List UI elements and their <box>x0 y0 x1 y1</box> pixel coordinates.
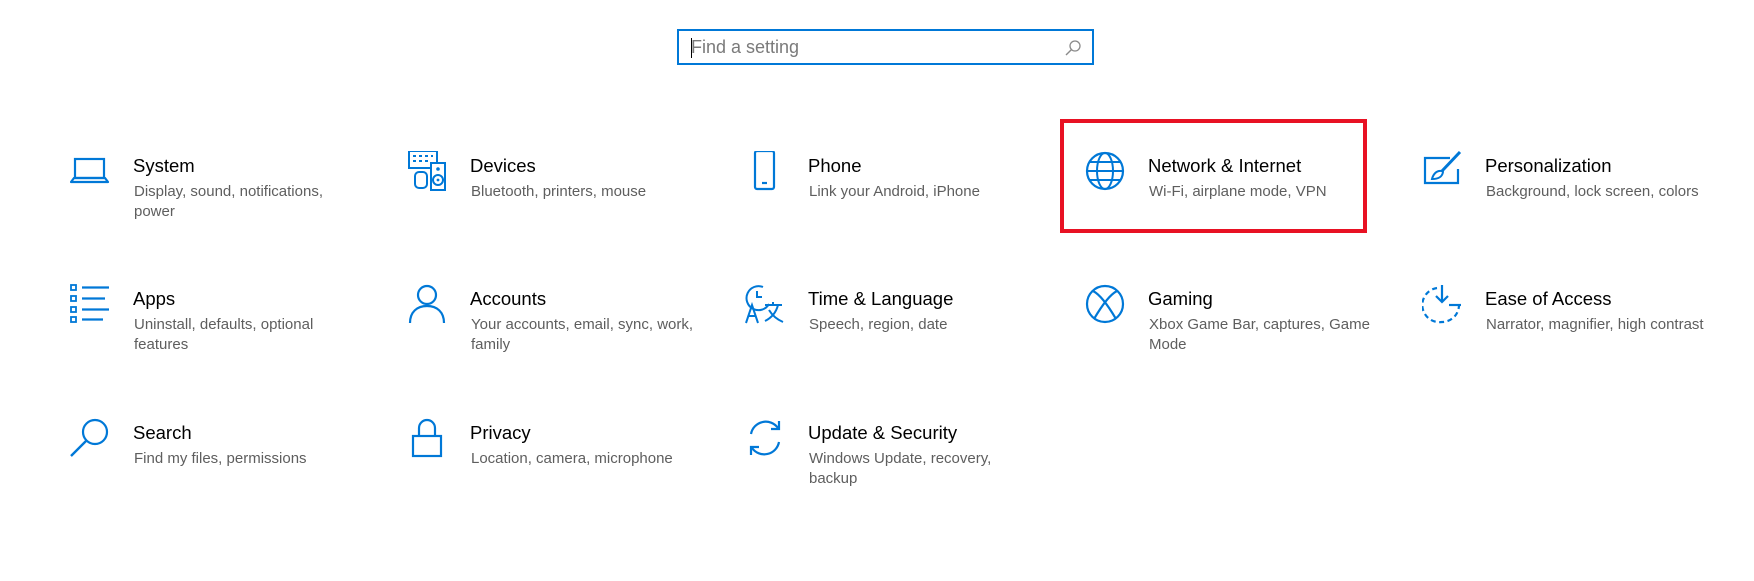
tile-title: Gaming <box>1148 288 1213 309</box>
tile-gaming[interactable]: Gaming Xbox Game Bar, captures, Game Mod… <box>1085 284 1385 380</box>
paint-icon <box>1422 151 1462 191</box>
tile-description: Link your Android, iPhone <box>809 183 980 200</box>
xbox-icon <box>1085 284 1125 324</box>
tile-description: Xbox Game Bar, captures, Game Mode <box>1149 316 1370 353</box>
tile-description: Windows Update, recovery, backup <box>809 450 992 487</box>
tile-search[interactable]: Search Find my files, permissions <box>70 418 370 514</box>
devices-icon <box>407 151 447 191</box>
lock-icon <box>407 418 447 458</box>
tile-title: Apps <box>133 288 176 309</box>
tile-ease-of-access[interactable]: Ease of Access Narrator, magnifier, high… <box>1422 284 1722 380</box>
search-input[interactable] <box>691 31 1061 63</box>
tile-devices[interactable]: Devices Bluetooth, printers, mouse <box>407 151 707 247</box>
tile-description: Your accounts, email, sync, work, family <box>471 316 694 353</box>
apps-list-icon <box>70 284 110 324</box>
text-caret <box>691 38 692 58</box>
tile-title: Time & Language <box>808 288 954 309</box>
tile-title: Personalization <box>1485 155 1612 176</box>
tile-network[interactable]: Network & Internet Wi-Fi, airplane mode,… <box>1085 151 1385 247</box>
tile-title: Search <box>133 422 192 443</box>
tile-title: Phone <box>808 155 862 176</box>
phone-icon <box>745 151 785 191</box>
search-box[interactable] <box>677 29 1094 65</box>
time-language-icon <box>745 284 785 324</box>
person-icon <box>407 284 447 324</box>
tile-description: Display, sound, notifications, power <box>134 183 323 220</box>
magnifier-icon <box>70 418 110 458</box>
globe-icon <box>1085 151 1125 191</box>
search-icon <box>1064 39 1082 57</box>
tile-apps[interactable]: Apps Uninstall, defaults, optional featu… <box>70 284 370 380</box>
tile-title: System <box>133 155 195 176</box>
tile-title: Devices <box>470 155 536 176</box>
ease-of-access-icon <box>1422 284 1462 324</box>
tile-description: Location, camera, microphone <box>471 450 673 467</box>
tile-description: Wi-Fi, airplane mode, VPN <box>1149 183 1327 200</box>
tile-system[interactable]: System Display, sound, notifications, po… <box>70 151 370 247</box>
tile-title: Accounts <box>470 288 547 309</box>
tile-privacy[interactable]: Privacy Location, camera, microphone <box>407 418 707 514</box>
tile-update-security[interactable]: Update & Security Windows Update, recove… <box>745 418 1045 514</box>
tile-description: Uninstall, defaults, optional features <box>134 316 314 353</box>
tile-description: Narrator, magnifier, high contrast <box>1486 316 1704 333</box>
tile-personalization[interactable]: Personalization Background, lock screen,… <box>1422 151 1722 247</box>
tile-description: Speech, region, date <box>809 316 948 333</box>
tile-description: Background, lock screen, colors <box>1486 183 1699 200</box>
tile-title: Update & Security <box>808 422 958 443</box>
tile-phone[interactable]: Phone Link your Android, iPhone <box>745 151 1045 247</box>
tile-time-language[interactable]: Time & Language Speech, region, date <box>745 284 1045 380</box>
tile-title: Network & Internet <box>1148 155 1302 176</box>
tile-description: Find my files, permissions <box>134 450 307 467</box>
tile-accounts[interactable]: Accounts Your accounts, email, sync, wor… <box>407 284 707 380</box>
laptop-icon <box>70 151 110 191</box>
tile-title: Privacy <box>470 422 531 443</box>
tile-description: Bluetooth, printers, mouse <box>471 183 647 200</box>
sync-icon <box>745 418 785 458</box>
tile-title: Ease of Access <box>1485 288 1612 309</box>
